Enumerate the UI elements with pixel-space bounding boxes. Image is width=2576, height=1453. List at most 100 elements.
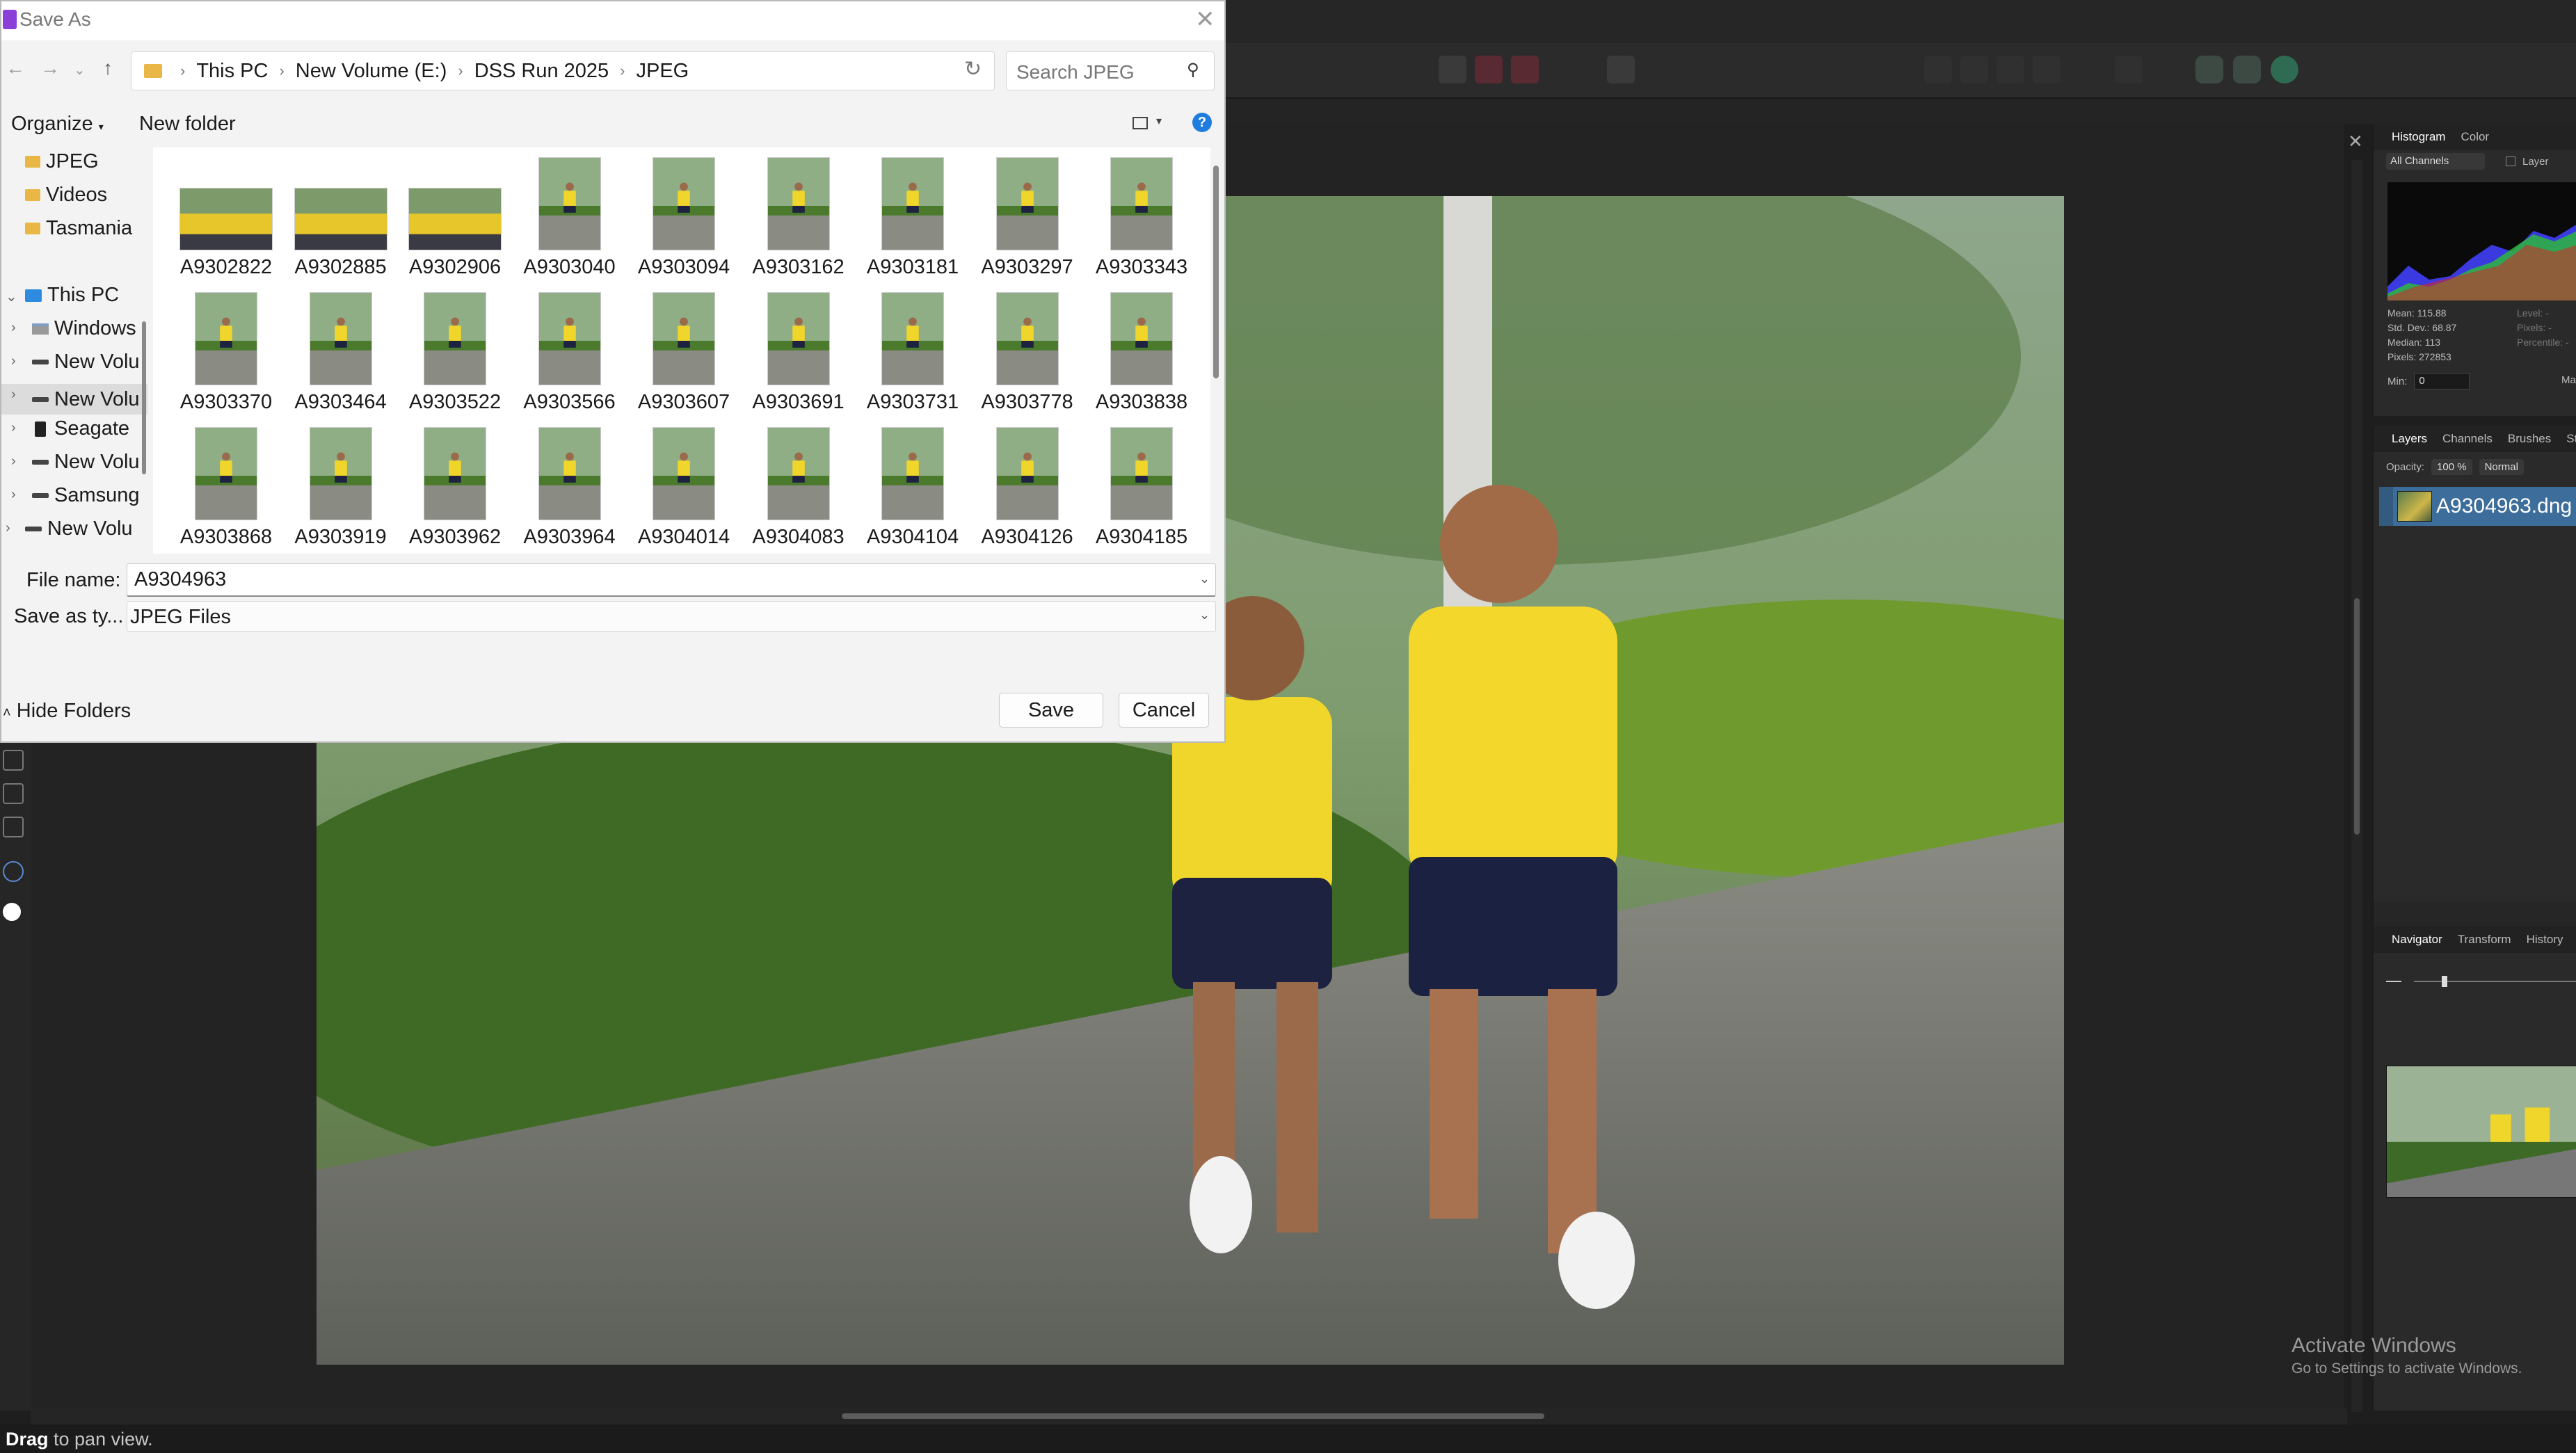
tab-channels[interactable]: Channels [2442, 432, 2493, 446]
file-thumbnail[interactable]: A9302885 [289, 188, 393, 279]
file-thumbnail[interactable]: A9303162 [746, 157, 851, 279]
file-thumbnail[interactable]: A9304014 [632, 427, 736, 549]
breadcrumb-this-pc[interactable]: This PC [196, 60, 268, 83]
breadcrumb-new-volume[interactable]: New Volume (E:) [296, 60, 447, 83]
grid-tool-icon[interactable] [3, 817, 24, 837]
nav-item-windows-drive[interactable]: Windows [32, 317, 136, 340]
layer-checkbox[interactable] [2506, 156, 2515, 166]
file-thumbnail[interactable]: A9303522 [403, 292, 507, 414]
arrange-icon[interactable] [1924, 56, 1952, 83]
tab-history[interactable]: History [2527, 933, 2563, 947]
save-as-type-select[interactable]: JPEG Files [127, 601, 1216, 632]
save-button[interactable]: Save [999, 693, 1103, 728]
arrange-icon[interactable] [1997, 56, 2024, 83]
file-thumbnail[interactable]: A9303964 [518, 427, 622, 549]
refresh-icon[interactable]: ↻ [964, 57, 982, 81]
expand-chevron-icon[interactable]: › [11, 487, 16, 503]
view-options-chevron-icon[interactable]: ▾ [1156, 114, 1162, 128]
color-picker-icon[interactable] [3, 861, 24, 882]
file-thumbnail[interactable]: A9303691 [746, 292, 851, 414]
nav-item-new-volume-e[interactable]: New Volu [1, 384, 147, 415]
tab-navigator[interactable]: Navigator [2392, 933, 2442, 947]
nav-item-samsung[interactable]: Samsung [32, 484, 140, 507]
canvas-horizontal-scroll-thumb[interactable] [842, 1413, 1544, 1419]
persona-icon[interactable] [2233, 56, 2261, 83]
nav-item-videos[interactable]: Videos [25, 184, 107, 207]
expand-chevron-icon[interactable]: › [6, 520, 10, 536]
save-as-type-chevron-icon[interactable]: ⌄ [1199, 608, 1210, 623]
nav-item-seagate[interactable]: Seagate [32, 417, 129, 440]
file-thumbnail[interactable]: A9303464 [289, 292, 393, 414]
expand-chevron-icon[interactable]: › [11, 453, 16, 469]
expand-chevron-icon[interactable]: › [11, 320, 16, 336]
assistant-icon[interactable] [1607, 56, 1635, 83]
close-document-icon[interactable]: ✕ [2348, 131, 2363, 152]
close-icon[interactable]: ✕ [1195, 6, 1215, 33]
tab-color[interactable]: Color [2461, 130, 2489, 144]
address-bar[interactable]: › This PC › New Volume (E:) › DSS Run 20… [131, 51, 1057, 90]
search-input[interactable]: Search JPEG [1006, 51, 1215, 90]
tab-transform[interactable]: Transform [2458, 933, 2511, 947]
breadcrumb-dss-run[interactable]: DSS Run 2025 [474, 60, 609, 83]
forward-arrow-icon[interactable]: → [40, 57, 60, 79]
expand-chevron-icon[interactable]: ⌄ [6, 288, 17, 305]
file-thumbnail[interactable]: A9303094 [632, 157, 736, 279]
tab-histogram[interactable]: Histogram [2392, 130, 2445, 144]
arrange-icon[interactable] [1960, 56, 1988, 83]
file-name-chevron-icon[interactable]: ⌄ [1199, 572, 1210, 586]
navigation-pane-scrollbar[interactable] [142, 321, 146, 474]
file-thumbnail[interactable]: A9303181 [861, 157, 965, 279]
nav-item-jpeg[interactable]: JPEG [25, 150, 99, 173]
search-icon[interactable]: ⚲ [1187, 60, 1199, 80]
file-thumbnail[interactable]: A9303343 [1089, 157, 1194, 279]
tab-brushes[interactable]: Brushes [2508, 432, 2551, 446]
zoom-slider[interactable] [2386, 975, 2576, 988]
file-thumbnail[interactable]: A9302906 [403, 188, 507, 279]
file-thumbnail[interactable]: A9303607 [632, 292, 736, 414]
file-name-input[interactable] [127, 563, 1216, 597]
breadcrumb-jpeg[interactable]: JPEG [637, 60, 689, 83]
file-thumbnail[interactable]: A9303370 [174, 292, 278, 414]
crop-tool-icon[interactable] [3, 750, 24, 771]
hide-folders-toggle[interactable]: ˄ Hide Folders [3, 700, 131, 723]
expand-chevron-icon[interactable]: › [11, 353, 16, 369]
file-thumbnail[interactable]: A9304083 [746, 427, 851, 549]
primary-color-swatch[interactable] [3, 903, 21, 921]
file-thumbnail[interactable]: A9303962 [403, 427, 507, 549]
persona-icon[interactable] [2195, 56, 2223, 83]
transform-icon[interactable] [2115, 56, 2143, 83]
selection-tool-icon[interactable] [1511, 56, 1539, 83]
file-thumbnail[interactable]: A9303566 [518, 292, 622, 414]
tab-layers[interactable]: Layers [2392, 432, 2427, 446]
back-arrow-icon[interactable]: ← [6, 57, 25, 79]
nav-item-tasmania[interactable]: Tasmania [25, 217, 132, 240]
record-icon[interactable] [1475, 56, 1503, 83]
file-thumbnail[interactable]: A9303040 [518, 157, 622, 279]
tab-stock[interactable]: Stock [2566, 432, 2576, 446]
organize-menu[interactable]: Organize ▾ [11, 113, 104, 136]
view-options-icon[interactable] [1133, 117, 1148, 129]
file-grid-scrollbar[interactable] [1213, 166, 1219, 378]
file-thumbnail[interactable]: A9304104 [861, 427, 965, 549]
file-thumbnail[interactable]: A9302822 [174, 188, 278, 279]
opacity-select[interactable]: 100 % [2431, 459, 2472, 475]
file-thumbnail[interactable]: A9303838 [1089, 292, 1194, 414]
expand-chevron-icon[interactable]: › [11, 420, 16, 436]
min-input[interactable]: 0 [2414, 373, 2470, 390]
nav-item-new-volume[interactable]: New Volu [32, 351, 140, 374]
file-thumbnail[interactable]: A9303919 [289, 427, 393, 549]
file-thumbnail[interactable]: A9304126 [975, 427, 1080, 549]
file-thumbnail[interactable]: A9303297 [975, 157, 1080, 279]
up-arrow-icon[interactable]: ↑ [103, 57, 113, 79]
recent-locations-chevron-icon[interactable]: ⌄ [74, 61, 86, 79]
file-thumbnail[interactable]: A9303868 [174, 427, 278, 549]
navigator-preview[interactable] [2386, 1066, 2576, 1198]
layer-row[interactable]: A9304963.dng [2379, 487, 2576, 526]
cancel-button[interactable]: Cancel [1119, 693, 1209, 728]
nav-item-new-volume-3[interactable]: New Volu [25, 517, 133, 540]
layer-visibility-icon[interactable] [2379, 487, 2393, 526]
text-tool-icon[interactable] [3, 783, 24, 804]
expand-chevron-icon[interactable]: › [11, 387, 16, 403]
new-folder-button[interactable]: New folder [139, 113, 236, 136]
file-thumbnail[interactable]: A9303731 [861, 292, 965, 414]
